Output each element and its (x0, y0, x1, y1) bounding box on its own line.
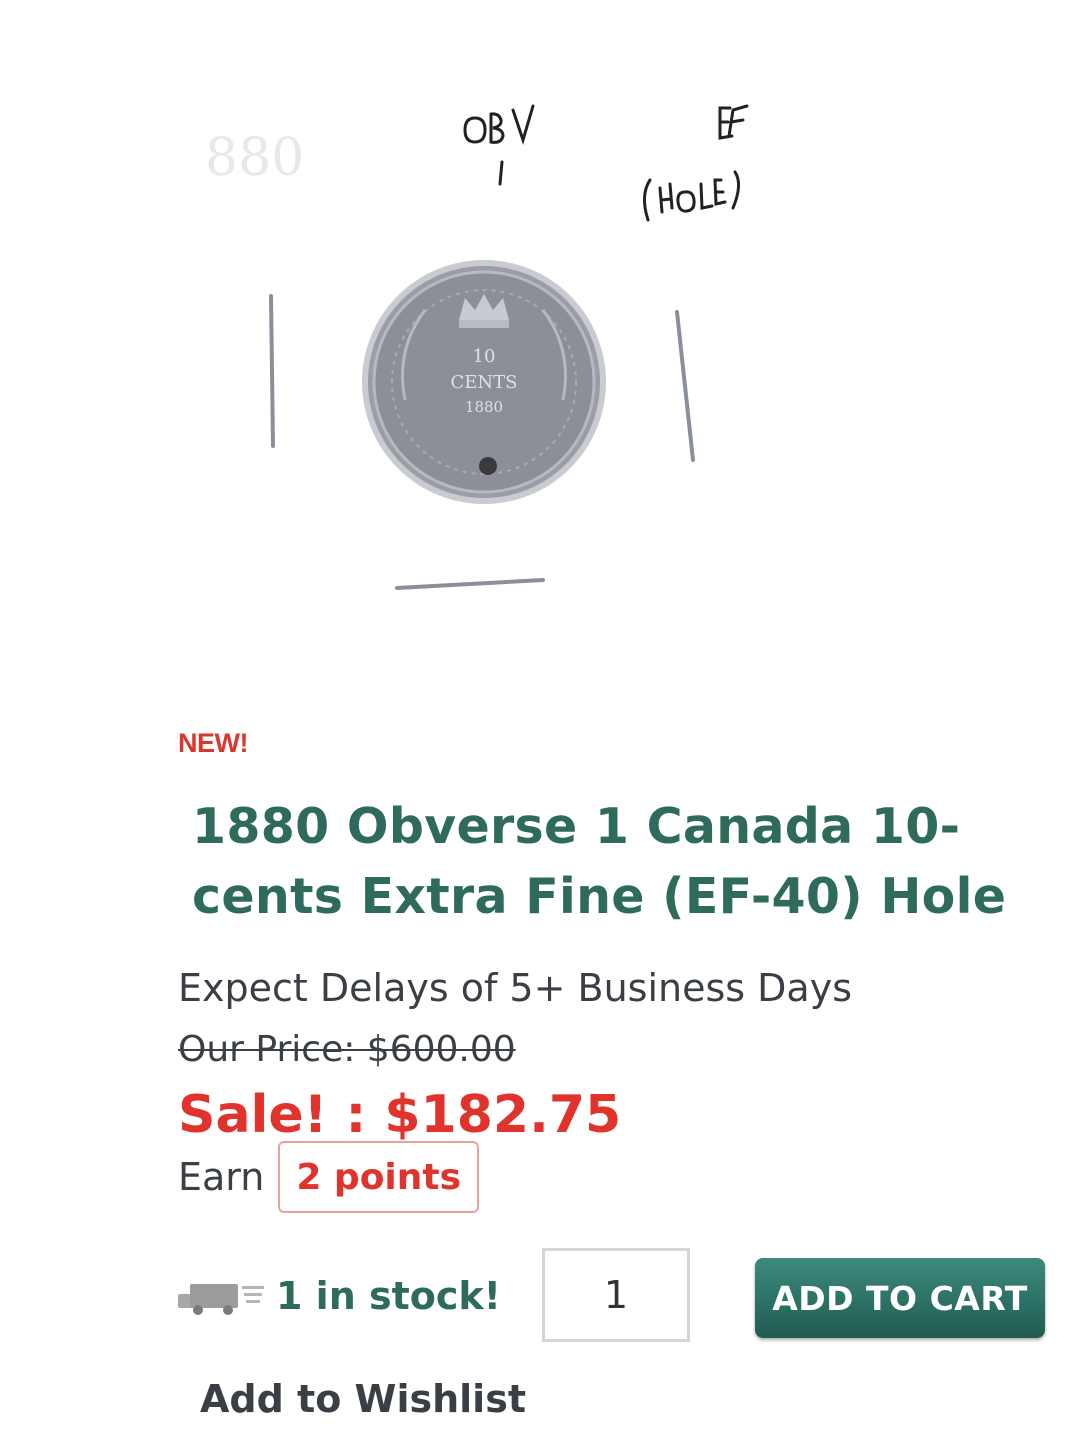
new-badge: NEW! (178, 728, 248, 758)
quantity-input[interactable] (542, 1248, 690, 1342)
coin-icon: 10 CENTS 1880 (362, 260, 606, 504)
reward-points: Earn 2 points (178, 1140, 480, 1214)
points-badge: 2 points (278, 1141, 480, 1213)
svg-text:10: 10 (473, 346, 496, 367)
svg-text:1880: 1880 (465, 398, 503, 416)
delay-note: Expect Delays of 5+ Business Days (178, 966, 852, 1010)
stock-status: 1 in stock! (178, 1268, 501, 1324)
old-price: Our Price: $600.00 (178, 1029, 516, 1070)
add-to-wishlist-link[interactable]: Add to Wishlist (200, 1372, 526, 1426)
earn-label: Earn (178, 1155, 265, 1199)
coin-photo: 880 10 CENTS 1880 (185, 80, 785, 680)
truck-icon (178, 1284, 264, 1315)
faint-year-stamp: 880 (205, 128, 304, 188)
sale-price: Sale! : $182.75 (178, 1085, 622, 1145)
stock-text: 1 in stock! (276, 1274, 501, 1318)
svg-text:CENTS: CENTS (451, 372, 518, 393)
product-image[interactable]: 880 10 CENTS 1880 (185, 80, 785, 680)
product-title: 1880 Obverse 1 Canada 10-cents Extra Fin… (192, 798, 1007, 925)
add-to-cart-button[interactable]: ADD TO CART (755, 1258, 1045, 1338)
